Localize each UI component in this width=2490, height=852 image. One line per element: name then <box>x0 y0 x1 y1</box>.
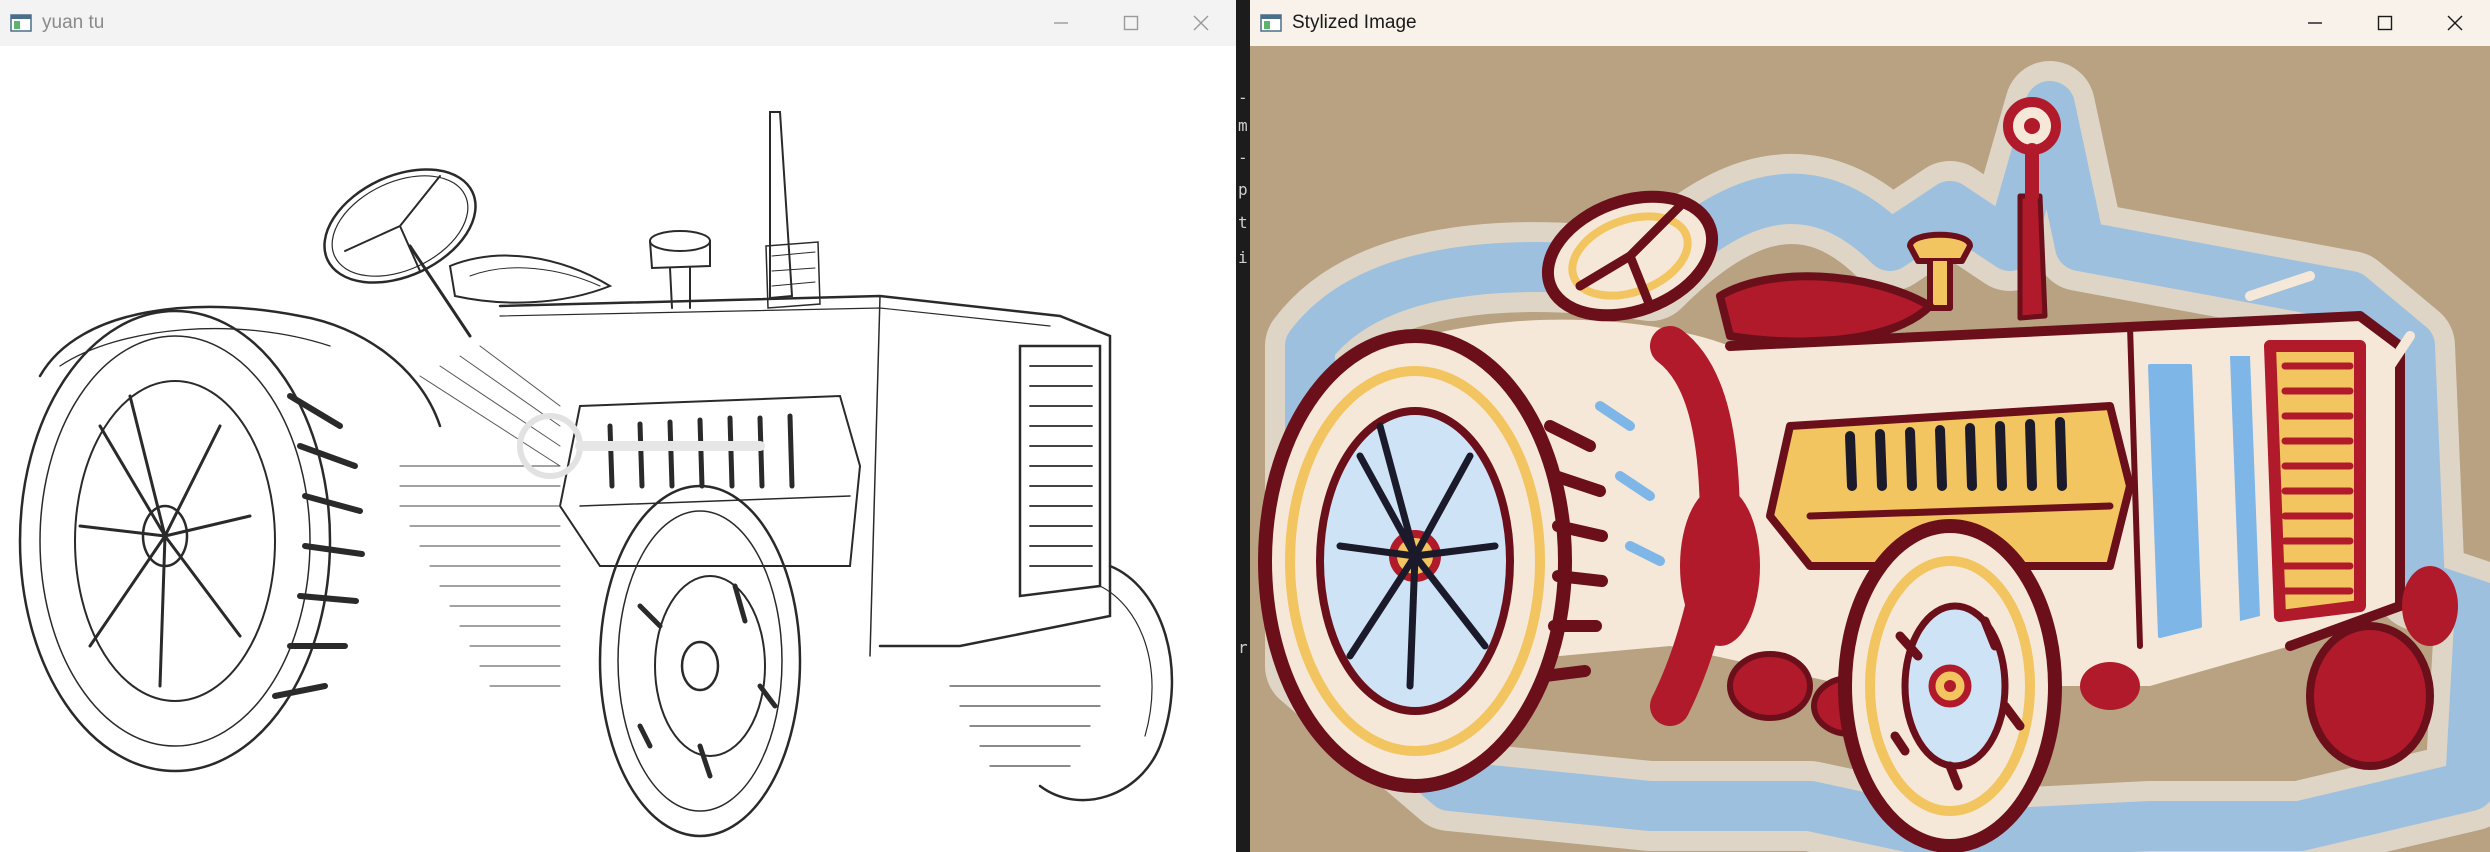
terminal-glyph: i <box>1238 248 1248 267</box>
minimize-icon <box>2308 22 2322 24</box>
original-window-controls <box>1026 0 1236 46</box>
close-icon <box>2447 15 2463 31</box>
maximize-icon <box>1123 15 1139 31</box>
background-terminal-strip: - m - p t i r <box>1236 0 1250 852</box>
original-minimize-button[interactable] <box>1026 0 1096 46</box>
terminal-glyph: - <box>1238 148 1248 167</box>
maximize-icon <box>2377 15 2393 31</box>
stylized-window-title: Stylized Image <box>1292 12 1417 33</box>
stylized-image-canvas <box>1250 46 2490 852</box>
stylized-close-button[interactable] <box>2420 0 2490 46</box>
stylized-image-window[interactable]: Stylized Image <box>1250 0 2490 852</box>
stylized-minimize-button[interactable] <box>2280 0 2350 46</box>
original-window-title: yuan tu <box>42 12 105 33</box>
original-maximize-button[interactable] <box>1096 0 1166 46</box>
pencil-sketch-tractor <box>18 111 1174 838</box>
terminal-glyph: r <box>1238 638 1248 657</box>
opencv-window-icon <box>10 14 32 32</box>
terminal-glyph: p <box>1238 180 1248 199</box>
terminal-glyph: m <box>1238 116 1248 135</box>
stylized-painted-tractor <box>1250 46 2490 852</box>
original-close-button[interactable] <box>1166 0 1236 46</box>
desktop: yuan tu - m - p t i r Stylized Image <box>0 0 2490 852</box>
close-icon <box>1193 15 1209 31</box>
minimize-icon <box>1054 22 1068 24</box>
stylized-maximize-button[interactable] <box>2350 0 2420 46</box>
terminal-glyph: t <box>1238 213 1248 232</box>
stylized-window-controls <box>2280 0 2490 46</box>
original-image-window[interactable]: yuan tu <box>0 0 1236 852</box>
terminal-glyph: - <box>1238 88 1248 107</box>
stylized-window-titlebar[interactable]: Stylized Image <box>1250 0 2490 46</box>
original-window-titlebar[interactable]: yuan tu <box>0 0 1236 46</box>
opencv-window-icon <box>1260 14 1282 32</box>
original-image-canvas <box>0 46 1236 852</box>
